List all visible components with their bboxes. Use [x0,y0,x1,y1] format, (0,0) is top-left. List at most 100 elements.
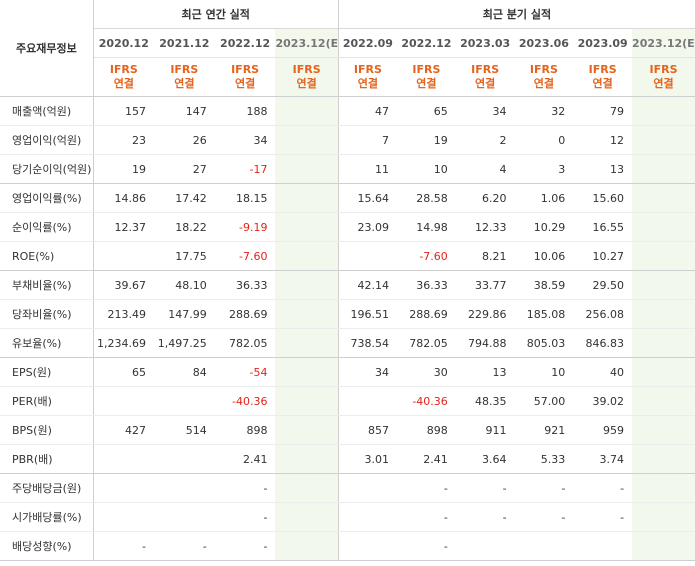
period-quarter-2023-06: 2023.06 [514,28,574,58]
table-cell: -40.36 [214,386,276,416]
table-cell: - [214,502,276,532]
ifrs-label: IFRS [649,63,678,76]
table-cell: 23 [93,125,154,155]
period-quarter-2022-09: 2022.09 [337,28,398,58]
table-cell: 34 [214,125,276,155]
period-quarter-2023-03: 2023.03 [455,28,515,58]
table-cell: 1,497.25 [153,328,215,358]
table-cell: 19 [397,125,456,155]
table-cell: 13 [455,357,515,387]
table-cell: 2.41 [397,444,456,474]
table-cell: 14.98 [397,212,456,242]
table-cell: -7.60 [214,241,276,271]
table-cell [632,270,695,300]
table-cell: 39.02 [573,386,633,416]
table-cell: 288.69 [214,299,276,329]
table-cell [275,96,339,126]
table-cell: 23.09 [337,212,398,242]
table-cell [153,473,215,503]
ifrs-badge: IFRS 연결 [214,57,276,97]
table-cell: 12.37 [93,212,154,242]
consolidated-label: 연결 [416,77,437,90]
table-cell: 185.08 [514,299,574,329]
table-cell [632,328,695,358]
table-cell: 147.99 [153,299,215,329]
row-label: ROE(%) [0,241,94,271]
table-cell [632,502,695,532]
consolidated-label: 연결 [592,77,613,90]
table-cell [632,299,695,329]
table-cell [275,531,339,561]
period-row: 2020.12 2021.12 2022.12 2023.12(E) 2022.… [0,28,695,58]
table-cell: 65 [397,96,456,126]
table-row: PER(배) -40.36 -40.36 48.35 57.00 39.02 [0,386,695,416]
table-cell: 4 [455,154,515,184]
row-label-header: 주요재무정보 [0,0,94,97]
table-cell [632,154,695,184]
row-label: 영업이익률(%) [0,183,94,213]
table-cell [337,531,398,561]
table-cell [93,473,154,503]
consolidated-label: 연결 [234,77,256,90]
table-cell: 34 [337,357,398,387]
table-cell [275,328,339,358]
ifrs-label: IFRS [588,63,617,76]
table-cell: 6.20 [455,183,515,213]
table-cell: 794.88 [455,328,515,358]
table-cell: - [514,502,574,532]
table-cell: 1,234.69 [93,328,154,358]
table-cell [573,531,633,561]
period-annual-2022: 2022.12 [214,28,276,58]
ifrs-badge: IFRS 연결 [455,57,515,97]
table-cell: 38.59 [514,270,574,300]
table-cell: 805.03 [514,328,574,358]
table-cell [632,212,695,242]
table-cell: - [455,502,515,532]
ifrs-label: IFRS [412,63,441,76]
row-label: 순이익률(%) [0,212,94,242]
row-label: 배당성향(%) [0,531,94,561]
table-row: 당좌비율(%) 213.49 147.99 288.69 196.51 288.69 229… [0,299,695,329]
consolidated-label: 연결 [357,77,379,90]
table-cell [93,241,154,271]
table-cell: 5.33 [514,444,574,474]
table-row: 배당성향(%) - - - - [0,531,695,561]
ifrs-badge: IFRS 연결 [514,57,574,97]
ifrs-badge: IFRS 연결 [93,57,154,97]
table-cell: 33.77 [455,270,515,300]
table-cell: 229.86 [455,299,515,329]
table-cell: 39.67 [93,270,154,300]
table-cell: - [573,502,633,532]
table-cell: 40 [573,357,633,387]
period-annual-2021: 2021.12 [153,28,215,58]
table-cell: 27 [153,154,215,184]
table-cell [514,531,574,561]
row-label: 당좌비율(%) [0,299,94,329]
consolidated-label: 연결 [113,77,134,90]
table-cell [93,502,154,532]
table-cell: -40.36 [397,386,456,416]
table-cell: 857 [337,415,398,445]
table-cell [455,531,515,561]
period-quarter-2023-12e: 2023.12(E) [632,28,695,58]
table-cell: - [514,473,574,503]
table-row: 순이익률(%) 12.37 18.22 -9.19 23.09 14.98 12.33 10.… [0,212,695,242]
table-cell: 28.58 [397,183,456,213]
table-row: ROE(%) 17.75 -7.60 -7.60 8.21 10.06 10.27 [0,241,695,271]
table-cell [275,270,339,300]
table-cell [337,386,398,416]
table-cell: 18.15 [214,183,276,213]
ifrs-label: IFRS [109,63,138,76]
ifrs-label: IFRS [529,63,558,76]
table-cell: 65 [93,357,154,387]
table-cell: 8.21 [455,241,515,271]
table-cell: 12.33 [455,212,515,242]
consolidated-label: 연결 [174,77,195,90]
table-cell: -17 [214,154,276,184]
table-cell: 147 [153,96,215,126]
consolidated-label: 연결 [533,77,555,90]
ifrs-badge: IFRS 연결 [153,57,215,97]
table-row: 당기순이익(억원) 19 27 -17 11 10 4 3 13 [0,154,695,184]
table-cell [632,241,695,271]
table-cell [632,415,695,445]
